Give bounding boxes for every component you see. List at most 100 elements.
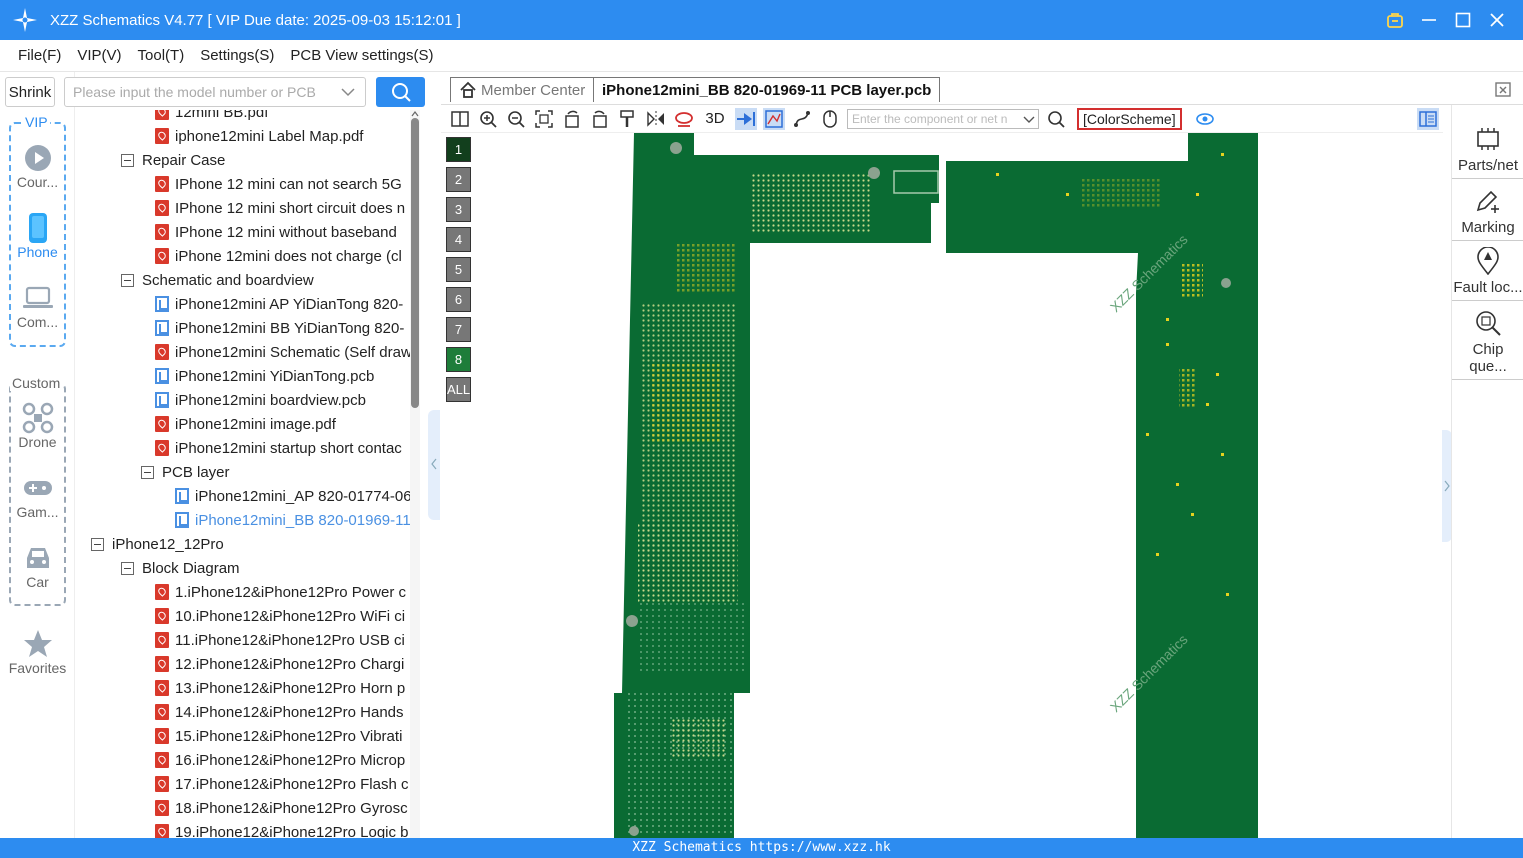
collapse-icon[interactable] [121,153,134,167]
tree-file[interactable]: iPhone12mini image.pdf [155,412,410,436]
highlight-net-icon[interactable] [673,108,695,130]
tab-active-pcb[interactable]: iPhone12mini_BB 820-01969-11 PCB layer.p… [593,77,941,102]
tree-scroll-thumb[interactable] [411,118,419,408]
layer-6-button[interactable]: 6 [446,287,471,312]
tree-scrollbar[interactable] [410,110,420,838]
rail-item-drone[interactable]: Drone [0,402,75,450]
tree-folder[interactable]: Schematic and boardview [121,268,410,292]
zoom-in-icon[interactable] [477,108,499,130]
rail-item-phone[interactable]: Phone [0,212,75,260]
close-all-tabs-icon[interactable] [1495,80,1513,98]
tree-file[interactable]: 19.iPhone12&iPhone12Pro Logic b [155,820,410,838]
mouse-icon[interactable] [819,108,841,130]
fit-view-icon[interactable] [533,108,555,130]
pcb-canvas[interactable]: XZZ Schematics XZZ Schematics [476,133,1443,838]
vip-bag-icon[interactable] [1383,8,1407,32]
tree-file[interactable]: 10.iPhone12&iPhone12Pro WiFi ci [155,604,410,628]
tree-file[interactable]: 11.iPhone12&iPhone12Pro USB ci [155,628,410,652]
component-search-input[interactable] [852,111,1022,126]
rotate-right-icon[interactable] [589,108,611,130]
tree-file[interactable]: iPhone12mini_BB 820-01969-11 [175,508,410,532]
menu-file[interactable]: File(F) [18,47,61,64]
tree-file[interactable]: iPhone12mini Schematic (Self draw [155,340,410,364]
close-button[interactable] [1485,8,1509,32]
maximize-button[interactable] [1451,8,1475,32]
chevron-down-icon[interactable] [1023,115,1035,125]
tree-file[interactable]: iPhone12mini_AP 820-01774-06 [175,484,410,508]
layer-8-button[interactable]: 8 [446,347,471,372]
tree-file[interactable]: iphone12mini Label Map.pdf [155,124,410,148]
component-search-box[interactable] [847,108,1039,129]
panel-toggle-icon[interactable] [1417,107,1439,130]
tree-file[interactable]: IPhone 12 mini short circuit does n [155,196,410,220]
chip-query-tool[interactable]: Chip que... [1452,305,1523,380]
zoom-out-icon[interactable] [505,108,527,130]
minimize-button[interactable] [1417,8,1441,32]
tree-file[interactable]: iPhone12mini BB YiDianTong 820- [155,316,410,340]
collapse-icon[interactable] [121,273,134,287]
rail-item-car[interactable]: Car [0,542,75,590]
tree-folder[interactable]: Repair Case [121,148,410,172]
layer-1-button[interactable]: 1 [446,137,471,162]
tree-folder[interactable]: PCB layer [141,460,410,484]
layer-5-button[interactable]: 5 [446,257,471,282]
rail-item-favorites[interactable]: Favorites [0,628,75,676]
tree-file[interactable]: 15.iPhone12&iPhone12Pro Vibrati [155,724,410,748]
tree-folder[interactable]: iPhone12_12Pro [91,532,410,556]
tree-file[interactable]: 12mini BB.pdf [155,110,410,124]
shrink-button[interactable]: Shrink [5,77,55,107]
three-d-button[interactable]: 3D [701,108,729,130]
layer-4-button[interactable]: 4 [446,227,471,252]
tree-file[interactable]: 14.iPhone12&iPhone12Pro Hands [155,700,410,724]
menu-tool[interactable]: Tool(T) [138,47,185,64]
pcb-board[interactable]: XZZ Schematics XZZ Schematics [476,133,1443,838]
tree-file[interactable]: 18.iPhone12&iPhone12Pro Gyrosc [155,796,410,820]
rail-item-course[interactable]: Cour... [0,142,75,190]
tree-file[interactable]: 13.iPhone12&iPhone12Pro Horn p [155,676,410,700]
model-search-input[interactable] [73,84,333,100]
rotate-left-icon[interactable] [561,108,583,130]
collapse-icon[interactable] [91,537,104,551]
color-scheme-button[interactable]: [ColorScheme] [1077,107,1182,130]
tree-file[interactable]: iPhone12mini boardview.pcb [155,388,410,412]
pin-mode-icon[interactable] [735,107,757,130]
rail-item-game[interactable]: Gam... [0,472,75,520]
tree-file[interactable]: iPhone12mini YiDianTong.pcb [155,364,410,388]
component-search-icon[interactable] [1045,108,1067,130]
chevron-down-icon[interactable] [341,84,355,100]
tree-file[interactable]: IPhone 12 mini can not search 5G [155,172,410,196]
tree-file[interactable]: iPhone 12mini does not charge (cl [155,244,410,268]
tree-folder[interactable]: Block Diagram [121,556,410,580]
tree-file[interactable]: 17.iPhone12&iPhone12Pro Flash c [155,772,410,796]
fault-location-tool[interactable]: Fault loc... [1452,243,1523,301]
rail-item-computer[interactable]: Com... [0,282,75,330]
model-search-box[interactable] [64,77,366,107]
split-view-icon[interactable] [449,108,471,130]
collapse-left-panel-handle[interactable] [428,410,440,520]
menu-vip[interactable]: VIP(V) [77,47,121,64]
menu-settings[interactable]: Settings(S) [200,47,274,64]
menu-pcb-view-settings[interactable]: PCB View settings(S) [290,47,433,64]
brush-icon[interactable] [617,108,639,130]
layer-3-button[interactable]: 3 [446,197,471,222]
trace-route-icon[interactable] [791,108,813,130]
collapse-icon[interactable] [121,561,134,575]
tree-file[interactable]: iPhone12mini startup short contac [155,436,410,460]
layer-7-button[interactable]: 7 [446,317,471,342]
tree-file[interactable]: 1.iPhone12&iPhone12Pro Power c [155,580,410,604]
tree-file[interactable]: IPhone 12 mini without baseband [155,220,410,244]
layer-all-button[interactable]: ALL [446,377,471,402]
layer-2-button[interactable]: 2 [446,167,471,192]
collapse-icon[interactable] [141,465,154,479]
board-view-icon[interactable] [763,107,785,130]
marking-tool[interactable]: Marking [1452,183,1523,241]
tree-file[interactable]: iPhone12mini AP YiDianTong 820- [155,292,410,316]
parts-net-tool[interactable]: Parts/net [1452,121,1523,179]
eye-icon[interactable] [1194,108,1216,130]
scroll-up-icon[interactable] [411,110,419,118]
tree-file[interactable]: 16.iPhone12&iPhone12Pro Microp [155,748,410,772]
mirror-icon[interactable] [645,108,667,130]
tab-member-center[interactable]: Member Center [450,77,595,102]
tree-file[interactable]: 12.iPhone12&iPhone12Pro Chargi [155,652,410,676]
search-button[interactable] [376,77,425,107]
